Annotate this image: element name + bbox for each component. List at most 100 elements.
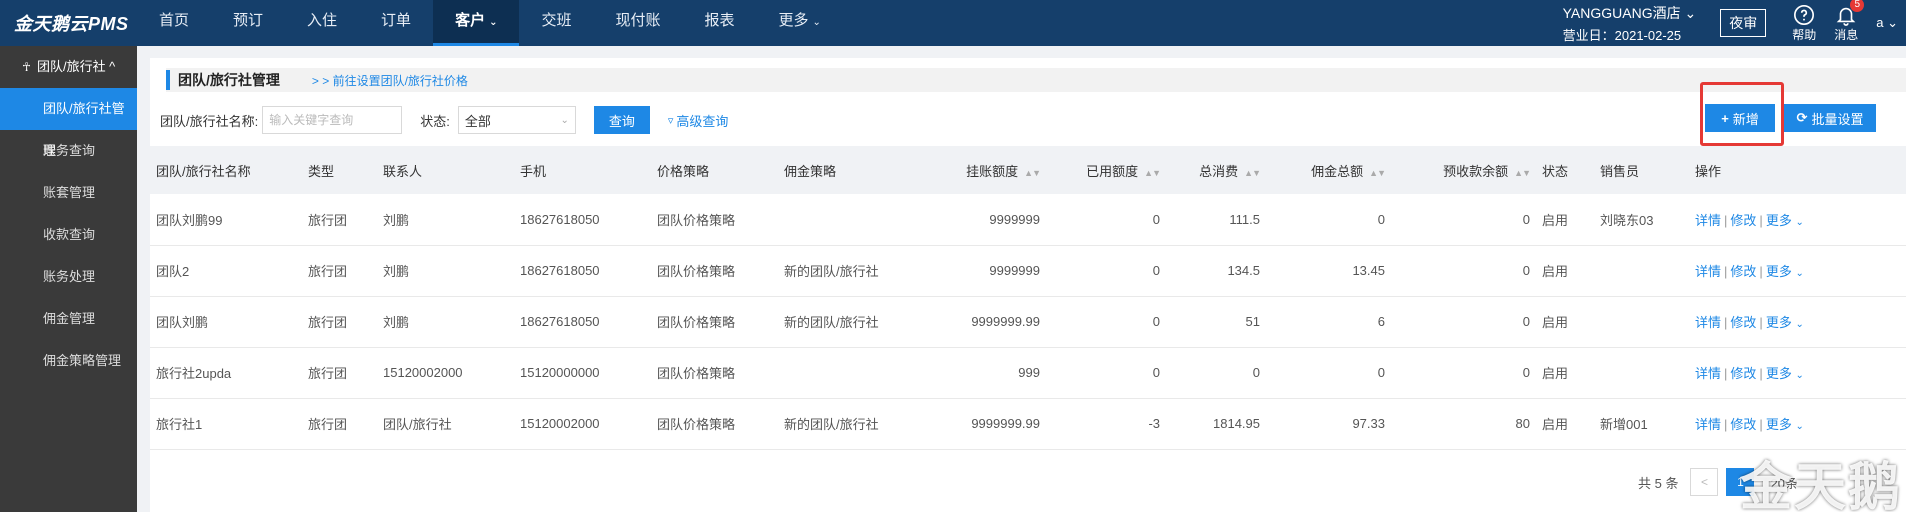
nav-orders[interactable]: 订单	[359, 0, 433, 46]
sidebar-group-team-agency[interactable]: ☥ 团队/旅行社 ^	[0, 46, 137, 88]
chevron-down-icon: ⌄	[1795, 421, 1804, 432]
chevron-down-icon: ⌄	[1795, 319, 1804, 330]
cell-commission-total: 13.45	[1266, 245, 1391, 297]
cell-name: 旅行社1	[150, 398, 302, 450]
night-audit-button[interactable]: 夜审	[1720, 9, 1767, 37]
sort-icon[interactable]: ▲▼	[1024, 168, 1041, 178]
col-total-spend[interactable]: 总消费 ▲▼	[1166, 146, 1266, 194]
advanced-query-link[interactable]: ▿ 高级查询	[668, 111, 729, 130]
add-button[interactable]: + 新增	[1705, 104, 1775, 132]
col-phone: 手机	[514, 146, 651, 194]
divider: |	[1759, 366, 1763, 381]
col-prepaid-balance[interactable]: 预收款余额 ▲▼	[1391, 146, 1536, 194]
plus-icon: +	[1721, 110, 1729, 126]
cell-commission-strategy	[778, 194, 928, 246]
sidebar-item-commission-strategy[interactable]: 佣金策略管理	[0, 340, 137, 382]
detail-link[interactable]: 详情	[1695, 366, 1721, 381]
nav-shift[interactable]: 交班	[519, 0, 593, 46]
cell-used-limit: 0	[1046, 245, 1166, 297]
column-label: 已用额度	[1086, 163, 1139, 179]
pagination: 共 5 条 < 1 20条	[1638, 468, 1798, 496]
divider: |	[1759, 212, 1763, 228]
page-size-select[interactable]: 20条	[1770, 473, 1797, 492]
nav-checkin[interactable]: 入住	[285, 0, 359, 46]
nav-label: 首页	[159, 12, 190, 29]
divider: |	[1759, 315, 1763, 330]
nav-cash-account[interactable]: 现付账	[593, 0, 682, 46]
more-link[interactable]: 更多 ⌄	[1766, 417, 1804, 432]
nav-customers[interactable]: 客户 ⌄	[433, 0, 520, 46]
sidebar-item-payment-query[interactable]: 收款查询	[0, 214, 137, 256]
detail-link[interactable]: 详情	[1695, 213, 1721, 228]
sidebar-item-account-set[interactable]: 账套管理	[0, 172, 137, 214]
cell-actions: 详情 | 修改 | 更多 ⌄	[1689, 194, 1906, 246]
sort-icon[interactable]: ▲▼	[1144, 168, 1161, 178]
batch-settings-button[interactable]: ⟳ 批量设置	[1784, 104, 1876, 132]
sort-icon[interactable]: ▲▼	[1514, 168, 1531, 178]
nav-home[interactable]: 首页	[137, 0, 211, 46]
cell-type: 旅行团	[302, 194, 377, 246]
divider: |	[1724, 417, 1728, 432]
app-logo[interactable]: 金天鹅云PMS	[0, 10, 137, 36]
col-credit-limit[interactable]: 挂账额度 ▲▼	[928, 146, 1046, 194]
cell-prepaid-balance: 80	[1391, 398, 1536, 450]
cell-actions: 详情 | 修改 | 更多 ⌄	[1689, 347, 1906, 399]
cell-used-limit: -3	[1046, 398, 1166, 450]
nav-reports[interactable]: 报表	[683, 0, 757, 46]
sidebar-item-commission[interactable]: 佣金管理	[0, 298, 137, 340]
status-select[interactable]: 全部 ⌄	[457, 106, 576, 134]
detail-link[interactable]: 详情	[1695, 315, 1721, 330]
cell-name: 团队刘鹏99	[150, 194, 302, 246]
column-label: 价格策略	[657, 163, 710, 179]
sort-icon[interactable]: ▲▼	[1369, 168, 1386, 178]
nav-reservation[interactable]: 预订	[211, 0, 285, 46]
sidebar-item-account-query[interactable]: 账务查询	[0, 130, 137, 172]
cell-prepaid-balance: 0	[1391, 296, 1536, 348]
user-menu[interactable]: a ⌄	[1876, 15, 1898, 31]
set-price-link[interactable]: > > 前往设置团队/旅行社价格	[312, 72, 468, 89]
cell-name: 旅行社2upda	[150, 347, 302, 399]
sidebar-item-team-agency-management[interactable]: 团队/旅行社管理	[0, 88, 137, 158]
main-nav: 首页 预订 入住 订单 客户 ⌄ 交班 现付账 报表 更多 ⌄	[137, 0, 843, 46]
more-link[interactable]: 更多 ⌄	[1766, 264, 1804, 279]
detail-link[interactable]: 详情	[1695, 417, 1721, 432]
col-status: 状态	[1536, 146, 1594, 194]
query-button[interactable]: 查询	[593, 106, 650, 134]
hotel-info[interactable]: YANGGUANG酒店 ⌄ 营业日：2021-02-25	[1563, 3, 1697, 44]
cell-price-strategy: 团队价格策略	[651, 398, 778, 450]
more-label: 更多	[1765, 212, 1792, 228]
cell-credit-limit: 9999999	[928, 194, 1046, 246]
nav-label: 交班	[541, 12, 572, 29]
messages-button[interactable]: 5 消息	[1834, 0, 1865, 43]
cell-commission-total: 0	[1266, 347, 1391, 399]
cell-type: 旅行团	[302, 347, 377, 399]
prev-page-button[interactable]: <	[1690, 468, 1719, 496]
col-used-limit[interactable]: 已用额度 ▲▼	[1046, 146, 1166, 194]
name-search-input[interactable]	[262, 106, 403, 134]
chevron-down-icon: ⌄	[560, 114, 569, 126]
help-button[interactable]: 帮助	[1792, 4, 1816, 43]
status-filter-label: 状态:	[420, 113, 450, 129]
edit-link[interactable]: 修改	[1730, 213, 1756, 228]
cell-price-strategy: 团队价格策略	[651, 296, 778, 348]
more-link[interactable]: 更多 ⌄	[1766, 213, 1804, 228]
filter-icon: ▿	[667, 114, 674, 127]
cell-name: 团队2	[150, 245, 302, 297]
col-commission-total[interactable]: 佣金总额 ▲▼	[1266, 146, 1391, 194]
edit-link[interactable]: 修改	[1730, 417, 1756, 432]
edit-link[interactable]: 修改	[1730, 366, 1756, 381]
nav-more[interactable]: 更多 ⌄	[757, 0, 843, 46]
detail-link[interactable]: 详情	[1695, 264, 1721, 279]
divider: |	[1759, 417, 1763, 432]
page-1-button[interactable]: 1	[1726, 468, 1755, 496]
edit-link[interactable]: 修改	[1730, 315, 1756, 330]
sidebar-item-account-processing[interactable]: 账务处理	[0, 256, 137, 298]
cell-contact: 15120002000	[377, 347, 514, 399]
more-link[interactable]: 更多 ⌄	[1766, 315, 1804, 330]
col-contact: 联系人	[377, 146, 514, 194]
edit-link[interactable]: 修改	[1730, 264, 1756, 279]
cell-used-limit: 0	[1046, 194, 1166, 246]
more-link[interactable]: 更多 ⌄	[1766, 366, 1804, 381]
sort-icon[interactable]: ▲▼	[1244, 168, 1261, 178]
top-right-area: YANGGUANG酒店 ⌄ 营业日：2021-02-25 夜审 帮助 5 消息 …	[1563, 0, 1906, 46]
